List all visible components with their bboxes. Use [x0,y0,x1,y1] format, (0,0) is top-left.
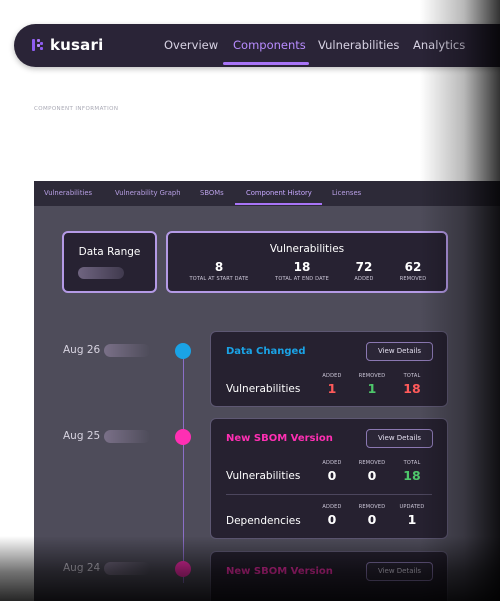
stage: kusari Overview Components Vulnerabiliti… [0,0,500,601]
timeline-date: Aug 25 [63,430,101,442]
tab-bar: Vulnerabilities Vulnerability Graph SBOM… [34,181,500,206]
view-details-button[interactable]: View Details [366,342,433,361]
event-title: New SBOM Version [226,566,333,577]
kusari-logo[interactable]: kusari [31,36,103,54]
timeline-dot [175,561,191,577]
brand-name: kusari [50,36,104,54]
nav-active-indicator [223,62,309,65]
event-stat-value: 0 [327,468,337,483]
nav-vulnerabilities[interactable]: Vulnerabilities [318,38,399,52]
event-stat-label: ADDED [322,460,342,466]
event-stat-label: ADDED [322,504,342,510]
event-row-label: Vulnerabilities [226,383,301,395]
event-stat-value: 1 [327,381,337,396]
event-stat-value: 0 [367,512,377,527]
event-row-label: Dependencies [226,515,301,527]
component-panel: Vulnerabilities Vulnerability Graph SBOM… [34,181,500,601]
stat-label: TOTAL AT END DATE [275,276,329,282]
event-card-new-sbom: New SBOM Version View Details [210,551,448,601]
tab-active-indicator [235,203,322,205]
data-range-title: Data Range [78,246,141,258]
section-label: COMPONENT INFORMATION [34,106,119,112]
event-divider [226,494,432,495]
vulnerabilities-summary-card: Vulnerabilities 8 TOTAL AT START DATE 18… [166,231,448,293]
event-stat-total: TOTAL 18 [394,373,430,396]
event-stat-label: UPDATED [399,504,425,510]
tab-component-history[interactable]: Component History [246,189,312,197]
tab-licenses[interactable]: Licenses [332,189,361,197]
vulnerabilities-summary-title: Vulnerabilities [269,243,345,255]
event-stat-label: TOTAL [403,373,421,379]
event-stat-updated: UPDATED 1 [394,504,430,527]
event-row-label: Vulnerabilities [226,470,301,482]
stat-total-start: 8 TOTAL AT START DATE [188,260,250,282]
event-stat-label: REMOVED [358,504,386,510]
event-stat-added: ADDED 0 [314,504,350,527]
event-stat-removed: REMOVED 0 [354,504,390,527]
event-stat-value: 0 [367,468,377,483]
timeline-date-bar [104,562,150,575]
stat-value: 18 [293,260,311,274]
top-navbar: kusari Overview Components Vulnerabiliti… [14,24,500,67]
data-range-selector[interactable] [78,267,124,279]
timeline-date: Aug 24 [63,562,101,574]
stat-label: REMOVED [399,276,427,282]
data-range-card: Data Range [62,231,157,293]
event-stat-value: 1 [407,512,417,527]
stat-added: 72 ADDED [349,260,379,282]
stat-label: TOTAL AT START DATE [189,276,249,282]
stat-value: 62 [404,260,422,274]
event-card-data-changed: Data Changed View Details Vulnerabilitie… [210,331,448,407]
nav-analytics[interactable]: Analytics [413,38,465,52]
timeline-date: Aug 26 [63,344,101,356]
event-stat-value: 18 [403,381,421,396]
stat-value: 8 [214,260,224,274]
tab-vulnerability-graph[interactable]: Vulnerability Graph [115,189,181,197]
event-stat-removed: REMOVED 1 [354,373,390,396]
timeline-dot [175,429,191,445]
event-stat-added: ADDED 1 [314,373,350,396]
nav-overview[interactable]: Overview [164,38,218,52]
stat-label: ADDED [354,276,374,282]
event-title: Data Changed [226,346,306,357]
event-stat-added: ADDED 0 [314,460,350,483]
nav-components[interactable]: Components [233,38,306,52]
event-stat-label: REMOVED [358,373,386,379]
event-stat-value: 1 [367,381,377,396]
stat-value: 72 [355,260,373,274]
timeline-date-bar [104,344,150,357]
view-details-button[interactable]: View Details [366,562,433,581]
timeline-line [183,353,184,583]
event-stat-total: TOTAL 18 [394,460,430,483]
event-stat-label: ADDED [322,373,342,379]
event-stat-value: 0 [327,512,337,527]
view-details-button[interactable]: View Details [366,429,433,448]
kusari-logo-icon [32,39,43,51]
event-card-new-sbom: New SBOM Version View Details Vulnerabil… [210,418,448,539]
timeline-date-bar [104,430,150,443]
stat-removed: 62 REMOVED [395,260,431,282]
tab-vulnerabilities[interactable]: Vulnerabilities [44,189,92,197]
stat-total-end: 18 TOTAL AT END DATE [272,260,332,282]
event-stat-value: 18 [403,468,421,483]
event-stat-label: TOTAL [403,460,421,466]
timeline-dot [175,343,191,359]
tab-sboms[interactable]: SBOMs [200,189,224,197]
event-stat-label: REMOVED [358,460,386,466]
event-stat-removed: REMOVED 0 [354,460,390,483]
event-title: New SBOM Version [226,433,333,444]
